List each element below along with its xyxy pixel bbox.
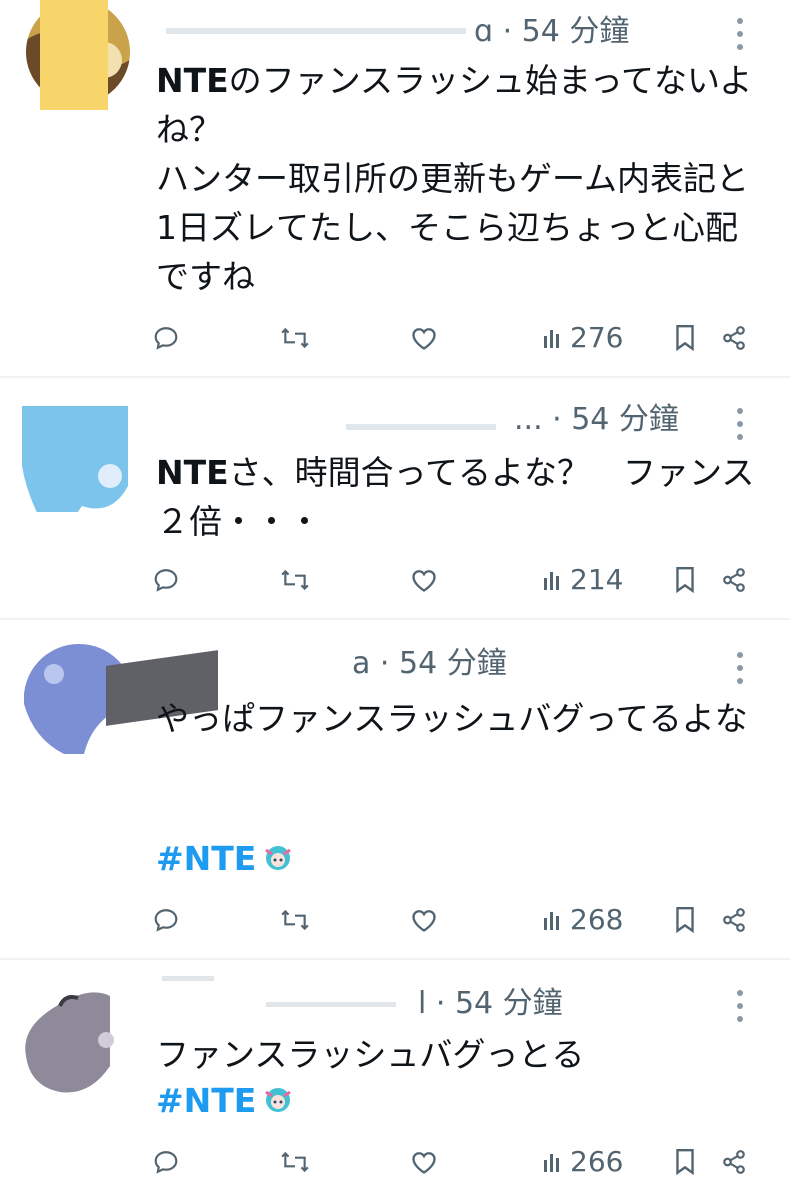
post-meta: ... · 54 分鐘 (514, 402, 679, 437)
views-button[interactable]: 214 (542, 560, 623, 600)
heart-icon (412, 328, 436, 350)
views-icon (544, 1154, 559, 1172)
post-text-bold: NTE (156, 61, 229, 100)
post-text: ファンスラッシュバグっとる (156, 1030, 766, 1079)
more-dots-icon[interactable] (730, 14, 750, 54)
redaction-patch (40, 0, 108, 110)
sticker-emoji-icon (265, 1088, 292, 1112)
bookmark-icon (676, 1148, 694, 1176)
views-icon (544, 572, 559, 590)
post-header: ... · 54 分鐘 (156, 398, 716, 442)
views-icon (544, 330, 559, 348)
like-button[interactable] (410, 1142, 438, 1182)
bookmark-button[interactable] (674, 1142, 696, 1182)
post-actions: 268 (0, 900, 790, 940)
avatar[interactable] (22, 406, 128, 512)
heart-icon (412, 1152, 436, 1174)
reply-icon (154, 569, 178, 592)
views-button[interactable]: 276 (542, 318, 623, 358)
repost-button[interactable] (280, 900, 310, 940)
sticker-emoji-icon (265, 846, 292, 870)
repost-button[interactable] (280, 318, 310, 358)
more-dots-icon[interactable] (730, 404, 750, 444)
views-button[interactable]: 268 (542, 900, 623, 940)
post-text-bold: NTE (156, 453, 229, 492)
views-count: 266 (570, 1145, 624, 1178)
share-icon (723, 568, 745, 592)
hashtag-link[interactable]: #NTE (156, 834, 294, 883)
share-icon (723, 908, 745, 932)
like-button[interactable] (410, 560, 438, 600)
post-2[interactable]: ... · 54 分鐘 NTEさ、時間合ってるよな？ ファンス２倍・・・ 214 (0, 378, 790, 618)
reply-icon (154, 327, 178, 350)
post-actions: 214 (0, 560, 790, 600)
bookmark-button[interactable] (674, 318, 696, 358)
redacted-username (156, 10, 476, 54)
like-button[interactable] (410, 900, 438, 940)
post-actions: 266 (0, 1142, 790, 1182)
post-text-body: のファンスラッシュ始まってないよね？ ハンター取引所の更新もゲーム内表記と1日ズ… (156, 61, 753, 296)
post-3[interactable]: a · 54 分鐘 やっぱファンスラッシュバグってるよな #NTE 268 (0, 620, 790, 958)
repost-icon (281, 909, 309, 931)
avatar[interactable] (20, 986, 130, 1096)
repost-button[interactable] (280, 560, 310, 600)
reply-button[interactable] (153, 560, 179, 600)
reply-button[interactable] (153, 1142, 179, 1182)
bookmark-icon (676, 324, 694, 352)
repost-icon (281, 1151, 309, 1173)
reply-button[interactable] (153, 900, 179, 940)
views-count: 214 (570, 563, 624, 596)
bookmark-button[interactable] (674, 560, 696, 600)
share-button[interactable] (721, 560, 747, 600)
post-header: l · 54 分鐘 (156, 976, 716, 1026)
like-button[interactable] (410, 318, 438, 358)
post-actions: 276 (0, 318, 790, 358)
post-text: NTEのファンスラッシュ始まってないよね？ ハンター取引所の更新もゲーム内表記と… (156, 56, 766, 301)
post-1[interactable]: ɑ · 54 分鐘 NTEのファンスラッシュ始まってないよね？ ハンター取引所の… (0, 0, 790, 376)
redacted-username (156, 976, 416, 1026)
post-meta: a · 54 分鐘 (352, 646, 507, 681)
heart-icon (412, 570, 436, 592)
hashtag-link[interactable]: #NTE (156, 1076, 294, 1125)
reply-icon (154, 909, 178, 932)
bookmark-icon (676, 906, 694, 934)
reply-icon (154, 1151, 178, 1174)
post-text: NTEさ、時間合ってるよな？ ファンス２倍・・・ (156, 448, 766, 546)
bookmark-icon (676, 566, 694, 594)
views-button[interactable]: 266 (542, 1142, 623, 1182)
post-text: やっぱファンスラッシュバグってるよな (156, 694, 766, 743)
repost-icon (281, 327, 309, 349)
hashtag-text: #NTE (156, 1081, 257, 1120)
share-button[interactable] (721, 318, 747, 358)
bookmark-button[interactable] (674, 900, 696, 940)
hashtag-text: #NTE (156, 839, 257, 878)
post-meta: ɑ · 54 分鐘 (474, 14, 630, 49)
post-text-body: やっぱファンスラッシュバグってるよな (156, 699, 748, 738)
redacted-username (286, 398, 506, 442)
post-header: ɑ · 54 分鐘 (156, 10, 716, 54)
post-meta: l · 54 分鐘 (418, 986, 563, 1021)
post-text-body: さ、時間合ってるよな？ ファンス２倍・・・ (156, 453, 755, 541)
post-4[interactable]: l · 54 分鐘 ファンスラッシュバグっとる #NTE 266 (0, 960, 790, 1200)
repost-button[interactable] (280, 1142, 310, 1182)
post-header: a · 54 分鐘 (156, 642, 716, 686)
share-icon (723, 1150, 745, 1174)
views-count: 276 (570, 321, 624, 354)
share-button[interactable] (721, 900, 747, 940)
share-icon (723, 326, 745, 350)
heart-icon (412, 910, 436, 932)
share-button[interactable] (721, 1142, 747, 1182)
more-dots-icon[interactable] (730, 986, 750, 1026)
repost-icon (281, 569, 309, 591)
post-text-body: ファンスラッシュバグっとる (156, 1035, 585, 1074)
more-dots-icon[interactable] (730, 648, 750, 688)
reply-button[interactable] (153, 318, 179, 358)
views-count: 268 (570, 903, 624, 936)
views-icon (544, 912, 559, 930)
